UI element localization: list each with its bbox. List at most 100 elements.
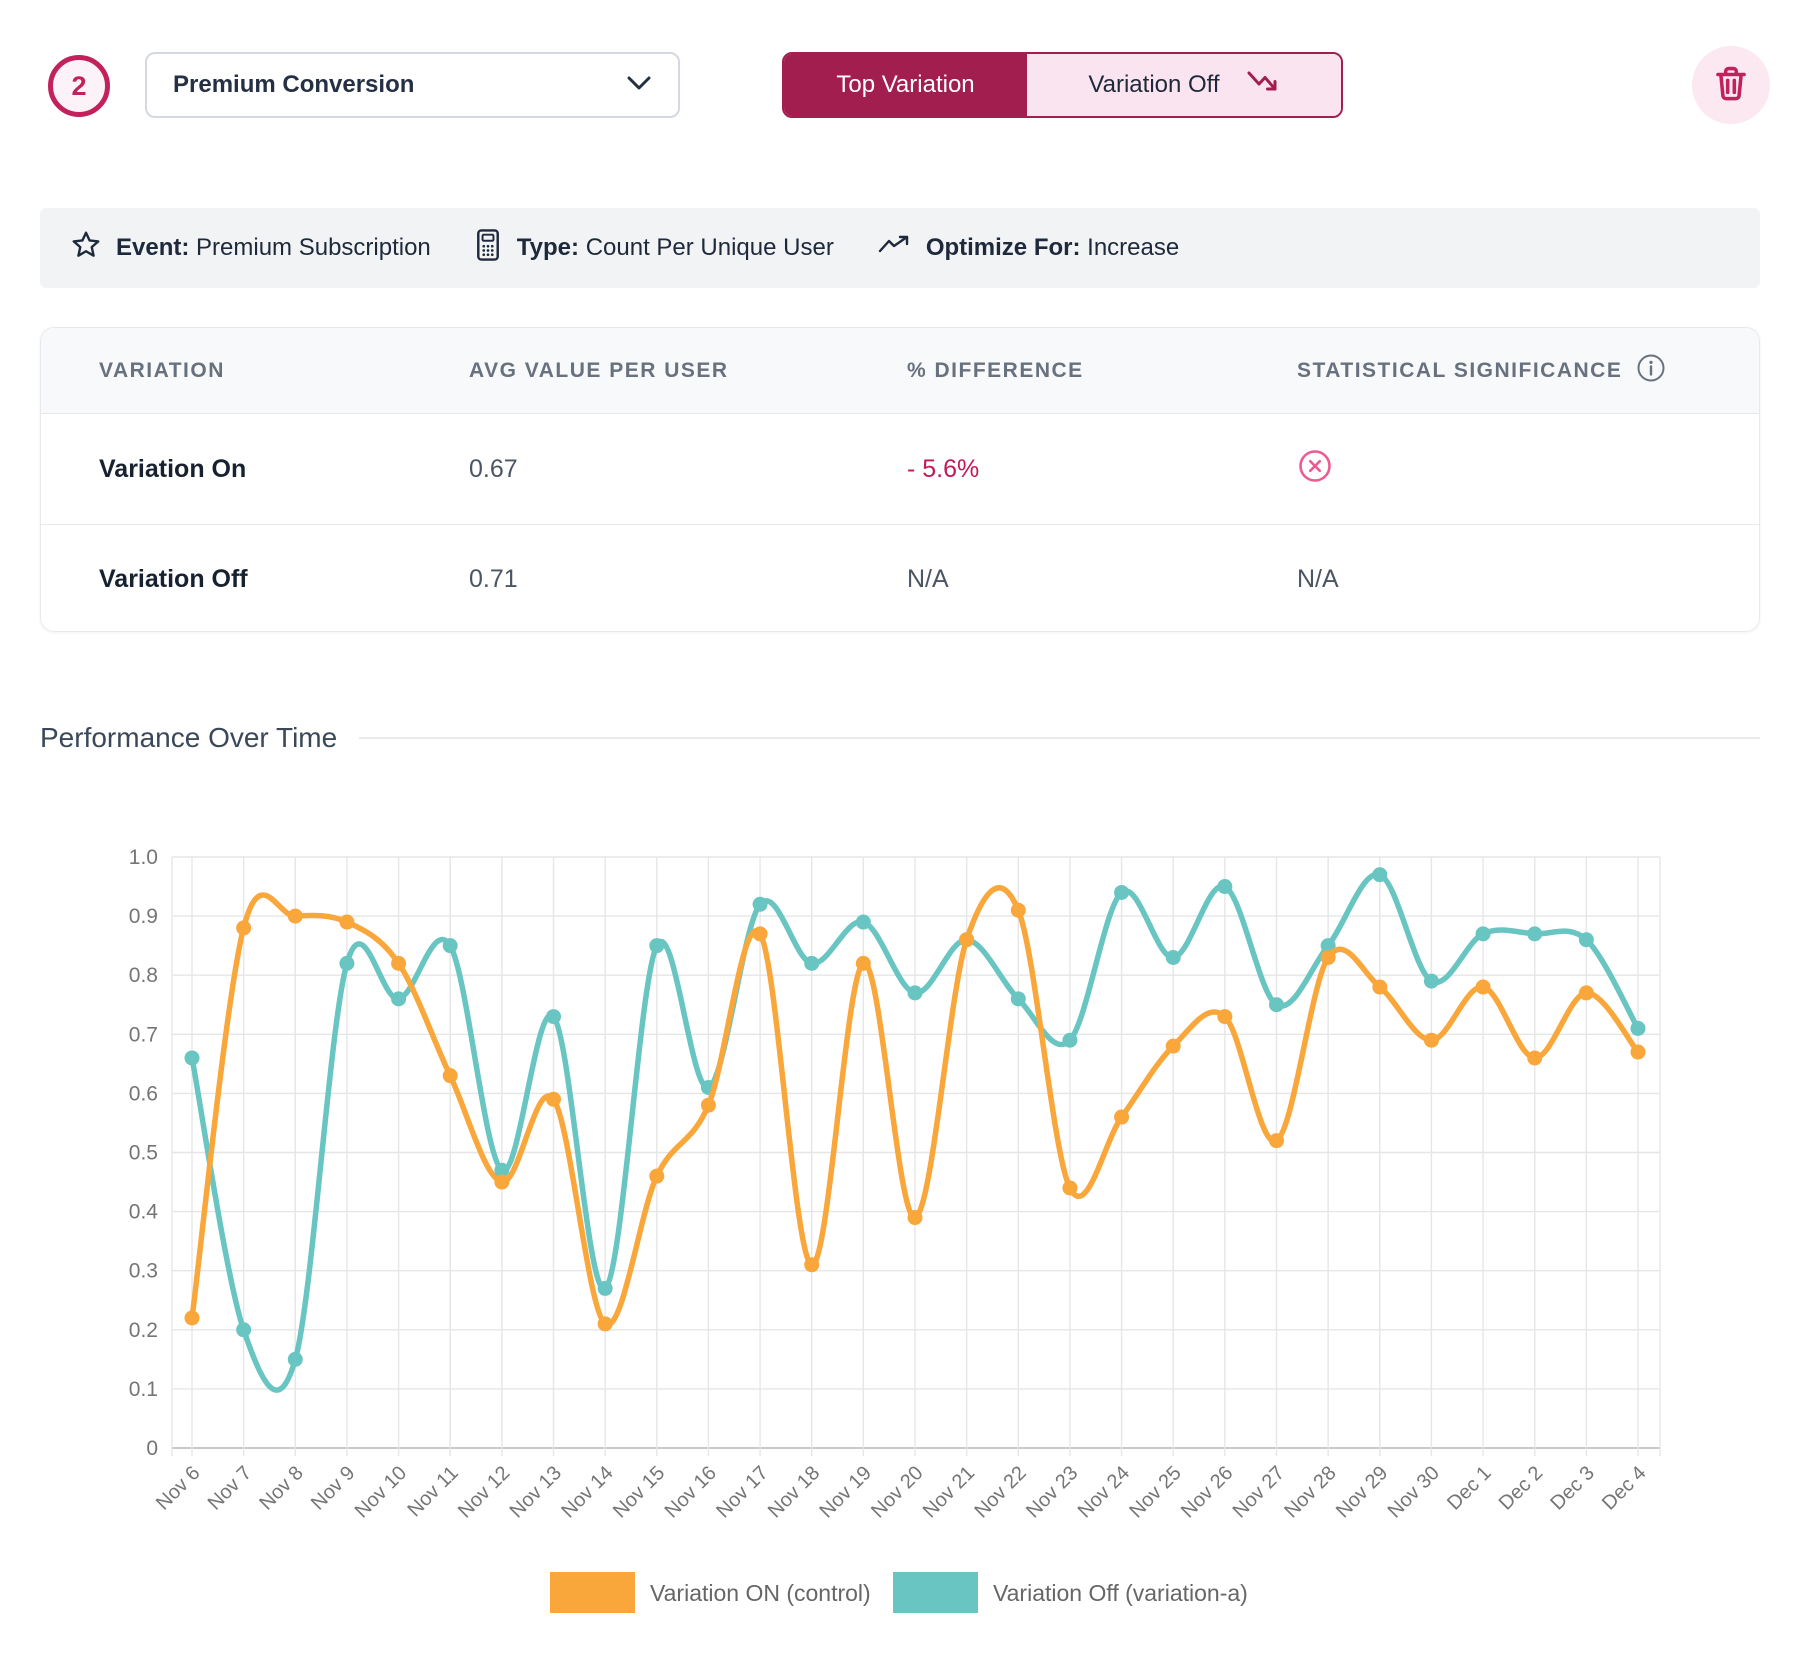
data-point[interactable] [1269,997,1284,1012]
data-point[interactable] [908,985,923,1000]
top-variation-label: Top Variation [836,71,974,99]
data-point[interactable] [1062,1180,1077,1195]
data-point[interactable] [443,1068,458,1083]
data-point[interactable] [391,991,406,1006]
data-point[interactable] [1166,950,1181,965]
data-point[interactable] [1527,926,1542,941]
data-point[interactable] [185,1310,200,1325]
x-axis-tick-label: Nov 19 [816,1462,876,1522]
significance-cell [1297,448,1759,491]
trending-down-icon [1246,69,1280,102]
variation-name: Variation Off [99,565,469,594]
y-axis-tick-label: 0.3 [129,1260,158,1283]
data-point[interactable] [443,938,458,953]
data-point[interactable] [546,1092,561,1107]
optimize-info: Optimize For: Increase [876,233,1179,264]
data-point[interactable] [1372,980,1387,995]
significance-cell: N/A [1297,565,1759,594]
data-point[interactable] [649,938,664,953]
winning-variation-button[interactable]: Variation Off [1027,54,1341,116]
data-point[interactable] [598,1281,613,1296]
data-point[interactable] [236,920,251,935]
x-axis-tick-label: Nov 8 [255,1462,308,1515]
data-point[interactable] [1011,991,1026,1006]
data-point[interactable] [856,956,871,971]
data-point[interactable] [598,1316,613,1331]
data-point[interactable] [1372,867,1387,882]
top-variation-button[interactable]: Top Variation [784,54,1027,116]
data-point[interactable] [1476,980,1491,995]
x-axis-tick-label: Nov 10 [351,1462,411,1522]
table-row: Variation On 0.67 - 5.6% [41,414,1759,524]
data-point[interactable] [908,1210,923,1225]
delete-metric-button[interactable] [1692,46,1770,124]
x-axis-tick-label: Nov 28 [1280,1462,1340,1522]
y-axis-tick-label: 0.1 [129,1378,158,1401]
experiment-metric-panel: 2 Premium Conversion Top Variation Varia… [0,0,1806,1656]
data-point[interactable] [185,1050,200,1065]
legend-item[interactable]: Variation ON (control) [550,1572,871,1613]
x-axis-tick-label: Nov 30 [1384,1462,1444,1522]
data-point[interactable] [1631,1045,1646,1060]
x-axis-tick-label: Nov 27 [1229,1462,1289,1522]
data-point[interactable] [1011,903,1026,918]
data-point[interactable] [856,915,871,930]
data-point[interactable] [1527,1050,1542,1065]
data-point[interactable] [494,1175,509,1190]
data-point[interactable] [753,897,768,912]
y-axis-tick-label: 0.4 [129,1201,159,1224]
avg-value: 0.67 [469,455,907,484]
data-point[interactable] [1217,879,1232,894]
legend-item[interactable]: Variation Off (variation-a) [893,1572,1248,1613]
data-point[interactable] [1631,1021,1646,1036]
data-point[interactable] [804,956,819,971]
data-point[interactable] [753,926,768,941]
data-point[interactable] [288,1352,303,1367]
data-point[interactable] [1269,1133,1284,1148]
metric-dropdown[interactable]: Premium Conversion [145,52,680,118]
x-axis-tick-label: Nov 17 [712,1462,772,1522]
data-point[interactable] [1166,1039,1181,1054]
x-axis-tick-label: Nov 12 [454,1462,514,1522]
data-point[interactable] [288,909,303,924]
x-circle-icon [1297,462,1333,490]
data-point[interactable] [391,956,406,971]
col-header-significance-label: STATISTICAL SIGNIFICANCE [1297,359,1622,383]
data-point[interactable] [959,932,974,947]
data-point[interactable] [1424,974,1439,989]
calculator-icon [473,228,503,269]
x-axis-tick-label: Nov 18 [764,1462,824,1522]
x-axis-tick-label: Nov 6 [152,1462,205,1515]
x-axis-tick-label: Nov 20 [867,1462,927,1522]
x-axis-tick-label: Dec 2 [1495,1462,1548,1515]
legend-swatch [550,1572,635,1613]
data-point[interactable] [1114,1110,1129,1125]
col-header-significance: STATISTICAL SIGNIFICANCE [1297,353,1759,389]
data-point[interactable] [1579,985,1594,1000]
info-circle-icon[interactable] [1636,353,1666,389]
col-header-difference: % DIFFERENCE [907,359,1297,383]
x-axis-tick-label: Nov 15 [609,1462,669,1522]
data-point[interactable] [546,1009,561,1024]
y-axis-tick-label: 0.7 [129,1023,158,1046]
data-point[interactable] [1476,926,1491,941]
legend-swatch [893,1572,978,1613]
legend-label: Variation Off (variation-a) [993,1580,1248,1606]
data-point[interactable] [1217,1009,1232,1024]
data-point[interactable] [1062,1033,1077,1048]
event-label: Event: [116,234,189,261]
data-point[interactable] [1579,932,1594,947]
data-point[interactable] [1114,885,1129,900]
data-point[interactable] [339,956,354,971]
data-point[interactable] [339,915,354,930]
data-point[interactable] [701,1098,716,1113]
y-axis-tick-label: 0.8 [129,964,158,987]
data-point[interactable] [1424,1033,1439,1048]
data-point[interactable] [804,1257,819,1272]
data-point[interactable] [236,1322,251,1337]
x-axis-tick-label: Nov 22 [970,1462,1030,1522]
data-point[interactable] [649,1169,664,1184]
data-point[interactable] [1321,950,1336,965]
x-axis-tick-label: Nov 25 [1125,1462,1185,1522]
x-axis-tick-label: Nov 24 [1074,1462,1134,1522]
